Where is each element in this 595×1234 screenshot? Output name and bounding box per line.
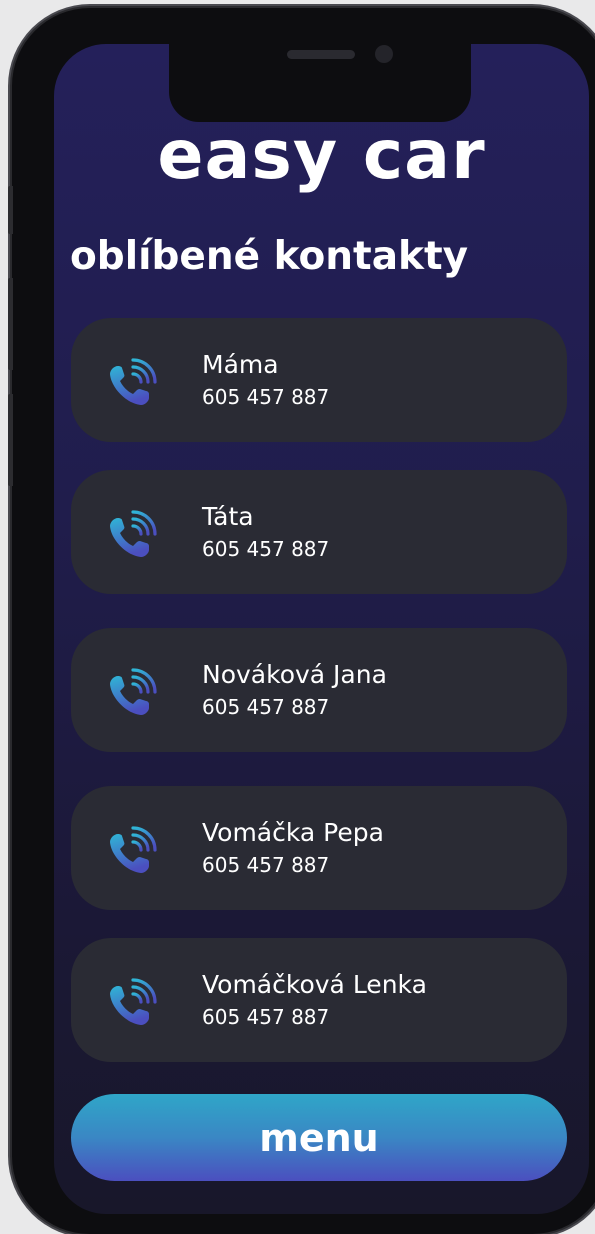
contact-card[interactable]: Táta 605 457 887: [71, 470, 567, 594]
phone-call-icon: [105, 824, 159, 878]
contact-phone-number: 605 457 887: [202, 385, 330, 409]
contact-phone-number: 605 457 887: [202, 1005, 330, 1029]
contact-phone-number: 605 457 887: [202, 537, 330, 561]
contact-card[interactable]: Vomáčka Pepa 605 457 887: [71, 786, 567, 910]
contact-card[interactable]: Máma 605 457 887: [71, 318, 567, 442]
phone-call-icon: [105, 976, 159, 1030]
contact-name: Máma: [202, 350, 279, 379]
mute-switch: [8, 186, 13, 234]
contact-name: Nováková Jana: [202, 660, 387, 689]
contact-name: Vomáčková Lenka: [202, 970, 427, 999]
favorite-contacts-heading: oblíbené kontakty: [70, 234, 469, 279]
app-logo-title: easy car: [157, 116, 486, 195]
front-camera: [375, 45, 393, 63]
menu-button[interactable]: menu: [71, 1094, 567, 1181]
speaker-grille: [287, 50, 355, 59]
phone-call-icon: [105, 666, 159, 720]
volume-up-button: [8, 278, 13, 370]
contact-card[interactable]: Nováková Jana 605 457 887: [71, 628, 567, 752]
phone-call-icon: [105, 508, 159, 562]
contact-name: Táta: [202, 502, 254, 531]
volume-down-button: [8, 394, 13, 486]
contact-card[interactable]: Vomáčková Lenka 605 457 887: [71, 938, 567, 1062]
phone-frame: easy car oblíbené kontakty Máma 605 457 …: [8, 8, 595, 1234]
contact-phone-number: 605 457 887: [202, 853, 330, 877]
contact-name: Vomáčka Pepa: [202, 818, 384, 847]
contact-phone-number: 605 457 887: [202, 695, 330, 719]
app-screen: easy car oblíbené kontakty Máma 605 457 …: [54, 44, 589, 1214]
phone-call-icon: [105, 356, 159, 410]
notch: [169, 44, 471, 122]
